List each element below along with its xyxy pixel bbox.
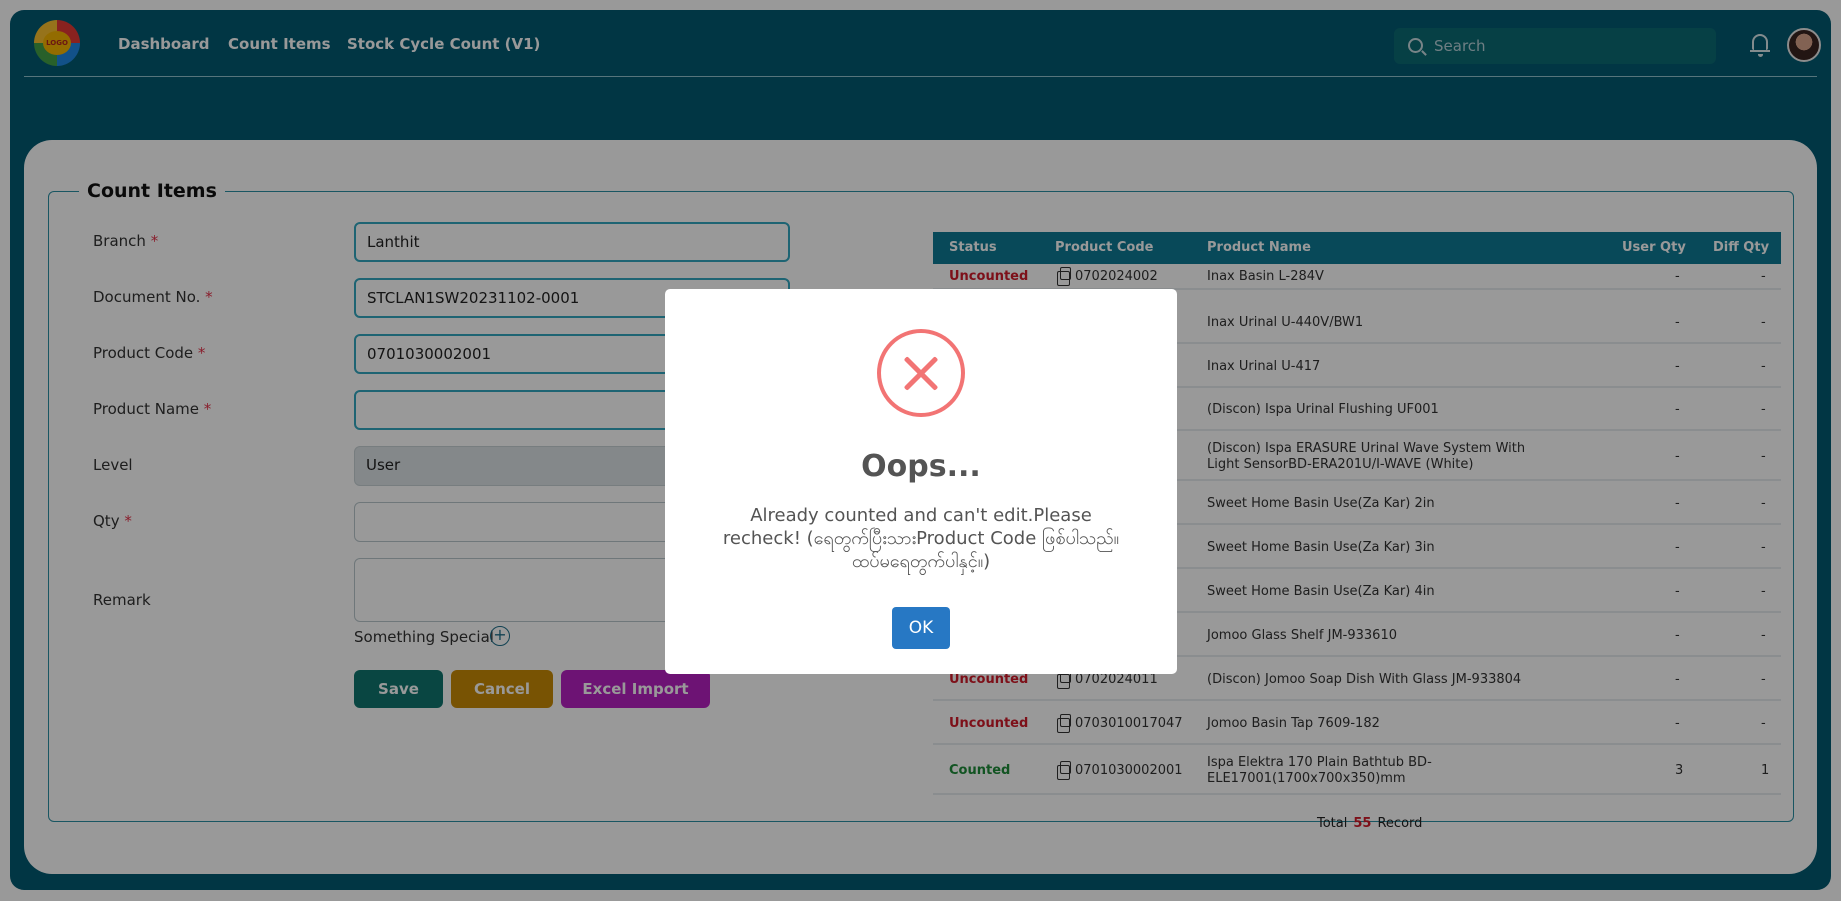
modal-backdrop[interactable]: Oops... Already counted and can't edit.P…	[0, 0, 1841, 901]
error-x-icon	[877, 329, 965, 417]
error-dialog: Oops... Already counted and can't edit.P…	[665, 289, 1177, 674]
dialog-message: Already counted and can't edit.Please re…	[722, 505, 1120, 572]
dialog-title: Oops...	[861, 449, 981, 484]
ok-button[interactable]: OK	[892, 607, 950, 649]
